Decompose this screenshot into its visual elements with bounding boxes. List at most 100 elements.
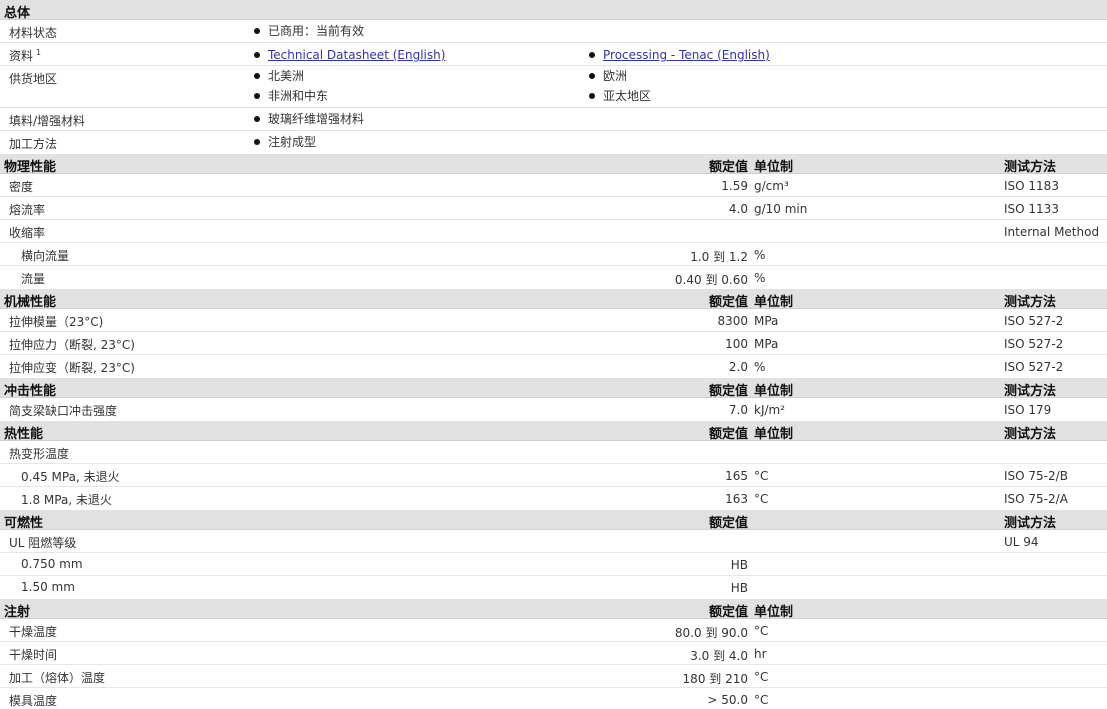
section-title: 冲击性能 (4, 384, 57, 399)
property-unit: MPa (754, 337, 779, 351)
property-test-method: ISO 527-2 (1004, 337, 1064, 351)
property-label: 收缩率 (9, 226, 46, 240)
region-value: 非洲和中东 (268, 89, 329, 103)
table-row: 加工（熔体）温度 180 到 210 °C (0, 665, 1107, 688)
table-row: 干燥时间 3.0 到 4.0 hr (0, 642, 1107, 665)
technical-datasheet-link[interactable]: Technical Datasheet (English) (268, 48, 445, 62)
row-process: 加工方法 注射成型 (0, 131, 1107, 154)
section-header-injection: 注射 额定值 单位制 (0, 599, 1107, 620)
section-header-physical: 物理性能 额定值 单位制 测试方法 (0, 154, 1107, 175)
section-header-impact: 冲击性能 额定值 单位制 测试方法 (0, 378, 1107, 399)
property-unit: °C (754, 670, 769, 684)
column-header-test: 测试方法 (1004, 295, 1057, 310)
row-filler: 填料/增强材料 玻璃纤维增强材料 (0, 108, 1107, 131)
property-value: 165 (725, 469, 748, 483)
column-header-nominal: 额定值 (708, 427, 748, 442)
section-title: 注射 (4, 605, 31, 620)
table-row: 密度 1.59 g/cm³ ISO 1183 (0, 174, 1107, 197)
table-row: 横向流量 1.0 到 1.2 % (0, 243, 1107, 266)
datasheet-page: 总体 材料状态 已商用：当前有效 资料 1 Technical Datasheet… (0, 0, 1107, 709)
column-header-unit: 单位制 (754, 605, 794, 620)
property-value: 4.0 (728, 202, 748, 216)
table-row: 模具温度 > 50.0 °C (0, 688, 1107, 709)
property-test-method: ISO 75-2/A (1004, 492, 1068, 506)
property-unit: °C (754, 469, 769, 483)
property-label: 热变形温度 (9, 447, 70, 461)
property-label: 0.45 MPa, 未退火 (21, 470, 120, 484)
bullet-icon (589, 52, 595, 58)
column-header-unit: 单位制 (754, 160, 794, 175)
table-row: 流量 0.40 到 0.60 % (0, 266, 1107, 289)
property-unit: kJ/m² (754, 403, 786, 417)
property-unit: hr (754, 647, 767, 661)
section-header-mechanical: 机械性能 额定值 单位制 测试方法 (0, 289, 1107, 310)
property-label: 拉伸应变（断裂, 23°C) (9, 361, 135, 375)
property-unit: % (754, 360, 766, 374)
column-header-nominal: 额定值 (708, 605, 748, 620)
property-unit: °C (754, 624, 769, 638)
property-test-method: ISO 75-2/B (1004, 469, 1068, 483)
property-value: 8300 (717, 314, 748, 328)
table-row: 热变形温度 (0, 441, 1107, 464)
row-label: 材料状态 (9, 26, 58, 40)
section-title: 机械性能 (4, 295, 57, 310)
property-value: 3.0 到 4.0 (690, 649, 748, 663)
property-label: 密度 (9, 180, 34, 194)
region-value: 北美洲 (268, 69, 305, 83)
column-header-nominal: 额定值 (708, 516, 748, 531)
material-status-value: 已商用：当前有效 (268, 24, 365, 38)
property-label: 拉伸模量（23°C) (9, 315, 104, 329)
section-title: 总体 (4, 6, 31, 21)
property-test-method: ISO 527-2 (1004, 360, 1064, 374)
row-label: 加工方法 (9, 137, 58, 151)
property-unit: % (754, 271, 766, 285)
section-title: 可燃性 (4, 516, 44, 531)
row-material-status: 材料状态 已商用：当前有效 (0, 20, 1107, 43)
column-header-nominal: 额定值 (708, 295, 748, 310)
bullet-icon (589, 93, 595, 99)
property-label: 1.8 MPa, 未退火 (21, 493, 112, 507)
row-documents: 资料 1 Technical Datasheet (English) Proces… (0, 43, 1107, 66)
property-label: 模具温度 (9, 694, 58, 708)
property-value: HB (730, 558, 748, 572)
property-unit: °C (754, 693, 769, 707)
table-row: UL 阻燃等级 UL 94 (0, 530, 1107, 553)
table-row: 收缩率 Internal Method (0, 220, 1107, 243)
property-label: 拉伸应力（断裂, 23°C) (9, 338, 135, 352)
filler-value: 玻璃纤维增强材料 (268, 112, 365, 126)
property-value: HB (730, 581, 748, 595)
property-value: 1.59 (721, 179, 748, 193)
column-header-unit: 单位制 (754, 427, 794, 442)
table-row: 简支梁缺口冲击强度 7.0 kJ/m² ISO 179 (0, 398, 1107, 421)
row-label: 资料 1 (9, 48, 42, 63)
table-row: 拉伸应力（断裂, 23°C) 100 MPa ISO 527-2 (0, 332, 1107, 355)
property-test-method: ISO 527-2 (1004, 314, 1064, 328)
table-row: 熔流率 4.0 g/10 min ISO 1133 (0, 197, 1107, 220)
bullet-icon (254, 73, 260, 79)
property-test-method: ISO 1183 (1004, 179, 1059, 193)
property-unit: g/10 min (754, 202, 808, 216)
table-row: 拉伸应变（断裂, 23°C) 2.0 % ISO 527-2 (0, 355, 1107, 378)
section-header-general: 总体 (0, 0, 1107, 21)
column-header-nominal: 额定值 (708, 384, 748, 399)
property-unit: % (754, 248, 766, 262)
table-row: 0.45 MPa, 未退火 165 °C ISO 75-2/B (0, 464, 1107, 487)
property-label: 加工（熔体）温度 (9, 671, 106, 685)
property-label: 熔流率 (9, 203, 46, 217)
property-label: 干燥时间 (9, 648, 58, 662)
property-label: 简支梁缺口冲击强度 (9, 404, 118, 418)
property-value: 180 到 210 (682, 672, 748, 686)
region-value: 欧洲 (603, 69, 628, 83)
property-value: 100 (725, 337, 748, 351)
process-value: 注射成型 (268, 135, 317, 149)
column-header-test: 测试方法 (1004, 384, 1057, 399)
section-header-thermal: 热性能 额定值 单位制 测试方法 (0, 421, 1107, 442)
section-title: 物理性能 (4, 160, 57, 175)
property-test-method: Internal Method (1004, 225, 1100, 239)
section-title: 热性能 (4, 427, 44, 442)
table-row: 干燥温度 80.0 到 90.0 °C (0, 619, 1107, 642)
property-label: 1.50 mm (21, 580, 75, 594)
bullet-icon (254, 116, 260, 122)
processing-guide-link[interactable]: Processing - Tenac (English) (603, 48, 770, 62)
table-row: 1.8 MPa, 未退火 163 °C ISO 75-2/A (0, 487, 1107, 510)
